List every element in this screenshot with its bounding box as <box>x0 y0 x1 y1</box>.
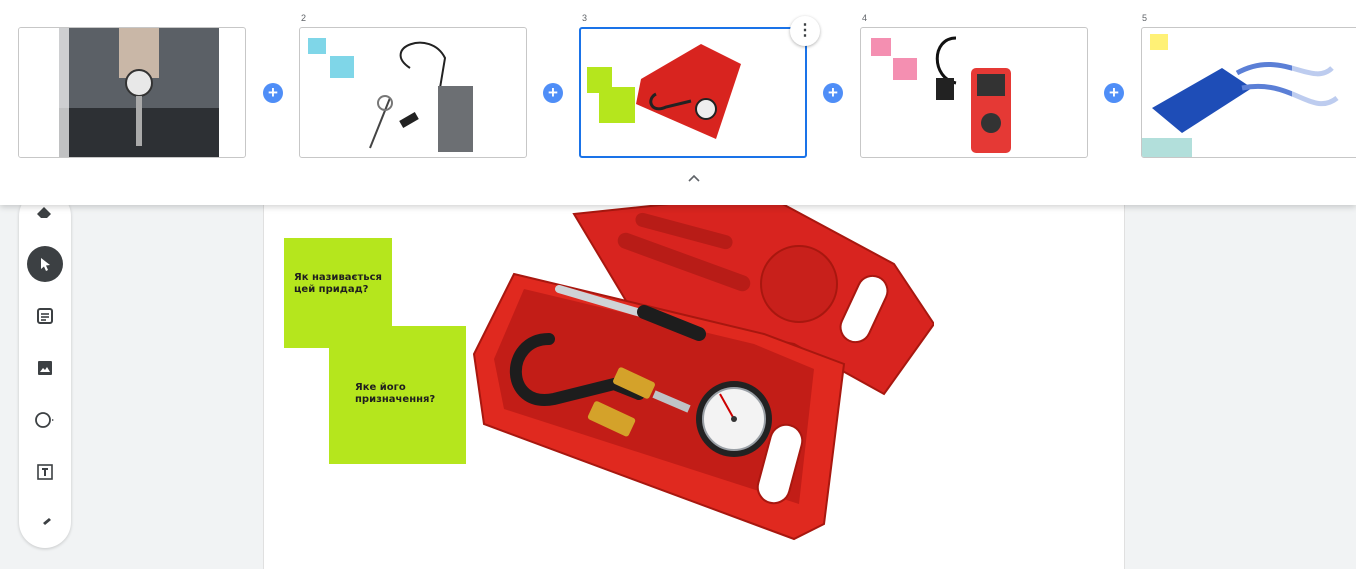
slide-1-preview <box>19 28 219 157</box>
slide-thumbnail-4[interactable] <box>860 27 1088 158</box>
slide-thumbnail-3[interactable] <box>579 27 807 158</box>
compression-tester-image[interactable] <box>464 194 934 564</box>
slide-thumbnail-5[interactable] <box>1141 27 1356 158</box>
sticky-note-text: Як називається цей придад? <box>294 272 382 295</box>
slide-thumbnail-1[interactable] <box>18 27 246 158</box>
slide-filmstrip: ‹ › + 2 <box>0 0 1356 205</box>
sticky-note-question-2[interactable]: Яке його призначення? <box>329 326 466 464</box>
slide-more-options-button[interactable]: ⋮ <box>790 16 820 46</box>
slide-4-preview <box>871 36 1011 153</box>
chevron-up-icon[interactable] <box>686 172 702 184</box>
text-box-icon[interactable] <box>27 454 63 490</box>
sticky-note-icon[interactable] <box>27 298 63 334</box>
slide-number: 5 <box>1142 13 1148 23</box>
add-slide-button[interactable]: + <box>823 83 843 103</box>
slide-thumbnail-2[interactable] <box>299 27 527 158</box>
add-slide-button[interactable]: + <box>543 83 563 103</box>
laser-icon[interactable] <box>27 506 63 542</box>
slide-5-preview <box>1142 28 1356 157</box>
slide-number: 3 <box>582 13 588 23</box>
shape-icon[interactable] <box>27 402 63 438</box>
select-pointer-icon[interactable] <box>27 246 63 282</box>
slide-number: 4 <box>862 13 868 23</box>
add-slide-button[interactable]: + <box>1104 83 1124 103</box>
slide-3-preview <box>587 44 741 139</box>
slide-number: 2 <box>301 13 307 23</box>
add-slide-button[interactable]: + <box>263 83 283 103</box>
image-icon[interactable] <box>27 350 63 386</box>
whiteboard-stage: Як називається цей придад? Яке його приз… <box>0 0 1356 569</box>
tool-palette <box>19 190 71 548</box>
board-frame[interactable]: Як називається цей придад? Яке його приз… <box>263 190 1125 569</box>
sticky-note-text: Яке його призначення? <box>355 382 436 405</box>
slide-2-preview <box>308 38 473 152</box>
